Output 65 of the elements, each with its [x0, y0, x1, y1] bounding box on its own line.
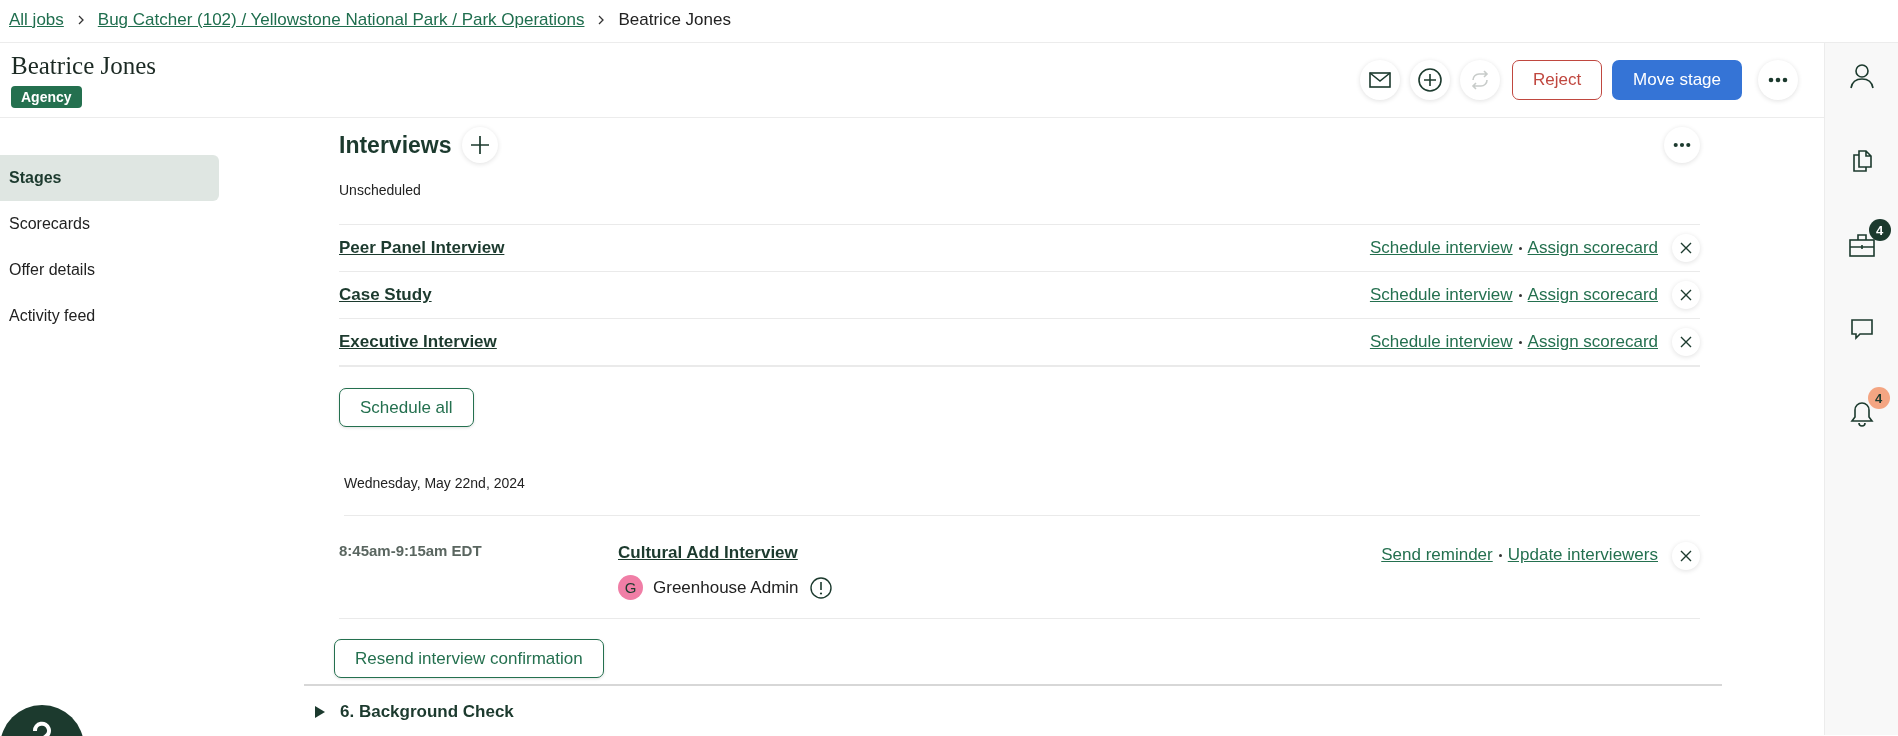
date-heading: Wednesday, May 22nd, 2024 [344, 475, 1700, 516]
interview-link[interactable]: Cultural Add Interview [618, 543, 833, 563]
breadcrumb-current: Beatrice Jones [618, 10, 731, 30]
separator-dot [1518, 340, 1522, 344]
resend-button[interactable]: Resend interview confirmation [334, 639, 604, 678]
more-icon [1768, 77, 1788, 83]
close-button[interactable] [1672, 281, 1700, 309]
nav-item[interactable]: Stages [0, 155, 219, 201]
nav-item[interactable]: Activity feed [0, 293, 219, 339]
action-link[interactable]: Update interviewers [1507, 540, 1658, 565]
action-link[interactable]: Send reminder [1381, 540, 1493, 565]
section-title: Interviews [339, 131, 452, 159]
close-button[interactable] [1672, 234, 1700, 262]
interviewer-name: Greenhouse Admin [653, 577, 799, 598]
more-button[interactable] [1758, 60, 1798, 100]
close-icon [1680, 289, 1692, 301]
action-link[interactable]: Assign scorecard [1527, 238, 1658, 258]
time-range: 8:45am-9:15am EDT [339, 541, 483, 559]
separator-dot [1518, 293, 1522, 297]
stage-title[interactable]: 6. Background Check [340, 702, 514, 722]
more-button[interactable] [1664, 127, 1700, 163]
plus-icon [468, 134, 491, 156]
close-icon [1680, 550, 1692, 562]
more-icon [1673, 142, 1691, 148]
action-link[interactable]: Schedule interview [1369, 285, 1513, 305]
subsection-label: Unscheduled [339, 182, 422, 198]
action-link[interactable]: Schedule interview [1369, 332, 1513, 352]
expand-toggle-icon[interactable] [314, 705, 326, 719]
separator-dot [1498, 554, 1502, 557]
action-link[interactable]: Assign scorecard [1527, 285, 1658, 305]
interview-link[interactable]: Executive Interview [339, 332, 497, 352]
rail-button[interactable] [1849, 401, 1874, 427]
plus-circle-icon [1416, 67, 1443, 93]
person-icon [1848, 63, 1875, 89]
move-stage-button[interactable]: Move stage [1612, 60, 1742, 100]
rail-button[interactable] [1848, 63, 1875, 89]
count-badge: 4 [1868, 219, 1891, 241]
rail-button[interactable] [1849, 317, 1874, 341]
schedule-all-button[interactable]: Schedule all [339, 388, 474, 427]
email-button[interactable] [1359, 60, 1400, 100]
breadcrumb-link[interactable]: Bug Catcher (102) / Yellowstone National Park / Park Operations [97, 10, 585, 30]
close-icon [1680, 242, 1692, 254]
count-badge: 4 [1867, 387, 1890, 409]
rail-button[interactable] [1848, 233, 1875, 257]
info-icon [808, 575, 833, 600]
breadcrumb-link[interactable]: All jobs [9, 10, 64, 30]
briefcase-icon [1848, 233, 1875, 257]
chat-icon [1849, 317, 1874, 341]
action-link[interactable]: Assign scorecard [1527, 332, 1658, 352]
interview-link[interactable]: Peer Panel Interview [339, 238, 505, 258]
interview-link[interactable]: Case Study [339, 285, 432, 305]
candidate-name: Beatrice Jones [11, 52, 157, 80]
close-icon [1680, 336, 1692, 348]
close-button[interactable] [1672, 542, 1700, 570]
nav-item[interactable]: Scorecards [0, 201, 219, 247]
add-button[interactable] [461, 127, 498, 163]
bell-icon [1849, 401, 1874, 427]
nav-item[interactable]: Offer details [0, 247, 219, 293]
add-button[interactable] [1409, 60, 1450, 100]
separator-dot [1518, 246, 1522, 250]
action-link[interactable]: Schedule interview [1369, 238, 1513, 258]
source-tag: Agency [11, 86, 82, 108]
avatar-initial: G [618, 575, 643, 600]
close-button[interactable] [1672, 328, 1700, 356]
reject-button[interactable]: Reject [1511, 60, 1603, 100]
